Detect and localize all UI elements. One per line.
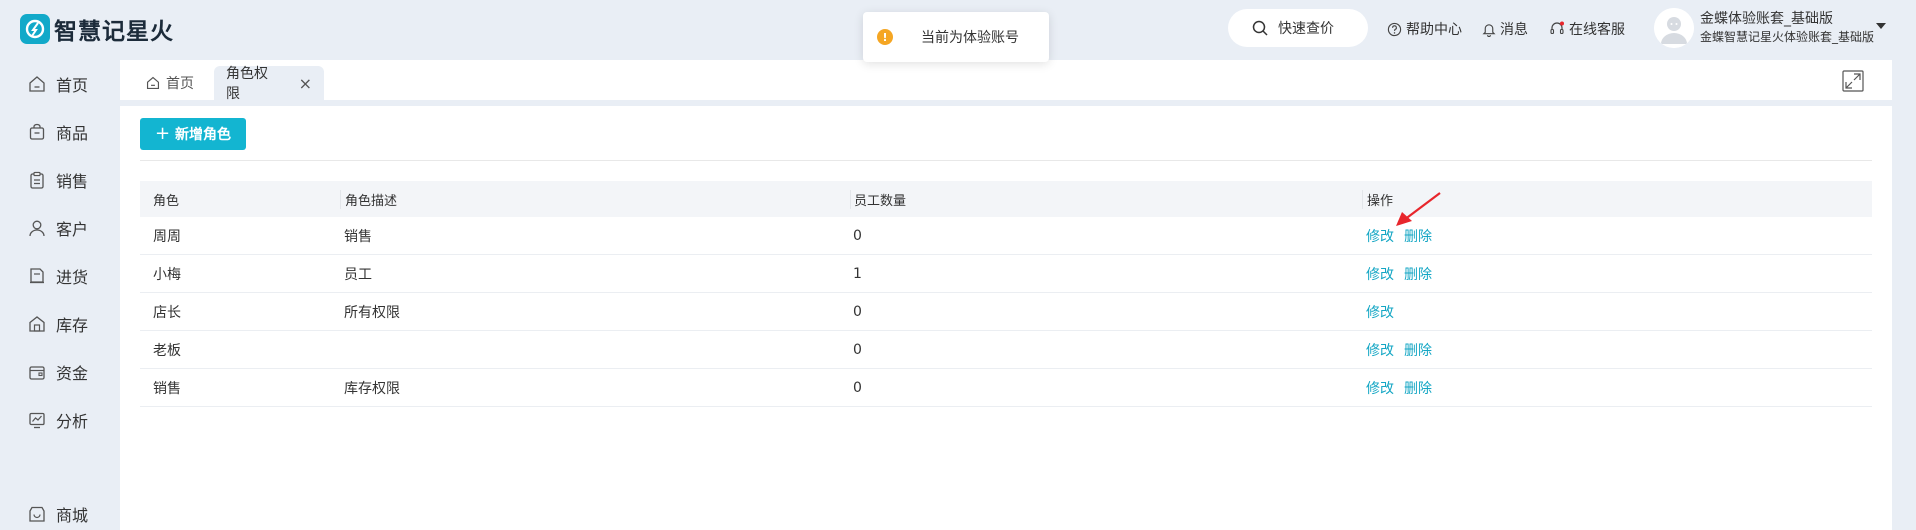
help-center-link[interactable]: 帮助中心 [1387, 19, 1462, 39]
sidebar-item-label: 进货 [56, 268, 89, 287]
chart-icon [29, 412, 45, 429]
warehouse-icon [29, 316, 45, 332]
table-row: 销售 库存权限 0 修改 删除 [140, 369, 1872, 407]
delete-link[interactable]: 删除 [1404, 340, 1432, 360]
user-name: 金蝶体验账套_基础版 [1700, 11, 1833, 27]
header-role: 角色 [153, 193, 180, 209]
sidebar-item-analysis[interactable]: 分析 [28, 408, 88, 432]
messages-link[interactable]: 消息 [1482, 19, 1528, 39]
fullscreen-icon[interactable] [1842, 70, 1864, 96]
cell-description: 销售 [344, 228, 372, 245]
plus-icon: + [154, 123, 171, 144]
sidebar-item-label: 首页 [56, 76, 89, 95]
table-row: 店长 所有权限 0 修改 [140, 293, 1872, 331]
table-row: 周周 销售 0 修改 删除 [140, 217, 1872, 255]
cell-description: 所有权限 [344, 304, 400, 321]
online-service-link[interactable]: 在线客服 [1549, 19, 1625, 39]
help-icon [1387, 22, 1402, 36]
message-label: 消息 [1500, 22, 1528, 38]
sidebar-item-mall[interactable]: 商城 [28, 502, 88, 526]
quick-price-search[interactable]: 快速查价 [1228, 9, 1368, 47]
cell-description: 员工 [344, 266, 372, 283]
sidebar-item-funds[interactable]: 资金 [28, 360, 88, 384]
cell-description: 库存权限 [344, 380, 400, 397]
service-label: 在线客服 [1569, 22, 1625, 38]
cell-count: 0 [853, 227, 862, 244]
header-description: 角色描述 [340, 189, 397, 209]
tab-role-permissions[interactable]: 角色权限 × [214, 66, 324, 102]
cell-role: 小梅 [153, 266, 181, 283]
sidebar-item-home[interactable]: 首页 [28, 72, 88, 96]
headset-icon [1550, 21, 1564, 35]
edit-link[interactable]: 修改 [1366, 340, 1394, 360]
tab-active-label: 角色权限 [226, 66, 268, 102]
cell-role: 销售 [153, 380, 181, 397]
cell-count: 0 [853, 341, 862, 358]
sidebar-item-label: 库存 [56, 316, 89, 335]
user-menu[interactable]: 金蝶体验账套_基础版 金蝶智慧记星火体验账套_基础版 [1654, 8, 1874, 48]
logo-icon [20, 14, 50, 44]
sidebar-item-sales[interactable]: 销售 [28, 168, 88, 192]
sidebar-item-label: 资金 [56, 364, 89, 383]
trial-account-notice: ! 当前为体验账号 [863, 12, 1049, 62]
sidebar-item-label: 客户 [56, 220, 89, 239]
sidebar-item-customers[interactable]: 客户 [28, 216, 88, 240]
sidebar-item-label: 商品 [56, 124, 89, 143]
avatar [1654, 8, 1694, 48]
add-role-button[interactable]: + 新增角色 [140, 118, 246, 150]
notice-text: 当前为体验账号 [921, 30, 1019, 46]
delete-link[interactable]: 删除 [1404, 264, 1432, 284]
delete-link[interactable]: 删除 [1404, 378, 1432, 398]
edit-link[interactable]: 修改 [1366, 302, 1394, 322]
wallet-icon [29, 366, 45, 380]
cell-role: 老板 [153, 342, 181, 359]
home-icon [146, 76, 160, 90]
header-employee-count: 员工数量 [850, 189, 906, 209]
add-role-label: 新增角色 [175, 127, 232, 143]
clipboard-icon [30, 171, 44, 189]
cell-count: 1 [853, 265, 862, 282]
search-label: 快速查价 [1278, 21, 1334, 37]
edit-link[interactable]: 修改 [1366, 264, 1394, 284]
table-row: 老板 0 修改 删除 [140, 331, 1872, 369]
sidebar-item-purchase[interactable]: 进货 [28, 264, 88, 288]
logo-text: 智慧记星火 [54, 19, 174, 45]
cell-role: 周周 [153, 228, 181, 245]
search-icon [1252, 20, 1268, 36]
tab-home[interactable]: 首页 [134, 66, 206, 100]
close-icon[interactable]: × [299, 74, 312, 93]
sidebar-item-inventory[interactable]: 库存 [28, 312, 88, 336]
user-icon [29, 220, 45, 237]
header-actions: 操作 [1362, 189, 1393, 209]
table-row: 小梅 员工 1 修改 删除 [140, 255, 1872, 293]
divider [140, 160, 1872, 161]
warning-icon: ! [877, 29, 893, 45]
cell-count: 0 [853, 303, 862, 320]
user-account: 金蝶智慧记星火体验账套_基础版 [1700, 30, 1875, 44]
chevron-down-icon[interactable] [1876, 23, 1886, 29]
home-icon [29, 76, 45, 92]
table-header: 角色 角色描述 员工数量 操作 [140, 181, 1872, 217]
tab-home-label: 首页 [166, 76, 194, 92]
purchase-icon [30, 268, 44, 284]
tab-bar: 首页 角色权限 × [120, 60, 1892, 102]
sidebar-item-products[interactable]: 商品 [28, 120, 88, 144]
bell-icon [1482, 23, 1496, 37]
cell-count: 0 [853, 379, 862, 396]
sidebar-item-label: 销售 [56, 172, 89, 191]
help-label: 帮助中心 [1406, 22, 1462, 38]
cell-role: 店长 [153, 304, 181, 321]
sidebar-item-label: 分析 [56, 412, 89, 431]
role-panel: + 新增角色 角色 角色描述 员工数量 操作 周周 销售 0 修改 删除 小梅 [120, 106, 1892, 530]
main-content: 首页 角色权限 × + 新增角色 角色 角色描述 员工数量 操作 周周 销售 0… [120, 58, 1892, 530]
annotation-arrow-icon [1396, 192, 1441, 226]
app-logo[interactable]: 智慧记星火 [20, 12, 174, 46]
sidebar: 首页 商品 销售 客户 进货 库存 资金 分析 商城 [0, 58, 120, 530]
top-header: 智慧记星火 ! 当前为体验账号 快速查价 帮助中心 消息 在线客服 金蝶体验账套… [0, 0, 1916, 62]
edit-link[interactable]: 修改 [1366, 378, 1394, 398]
sidebar-item-label: 商城 [56, 506, 89, 525]
box-icon [29, 123, 45, 140]
shop-icon [29, 506, 45, 522]
roles-table: 角色 角色描述 员工数量 操作 周周 销售 0 修改 删除 小梅 员工 1 修改 [140, 181, 1872, 407]
